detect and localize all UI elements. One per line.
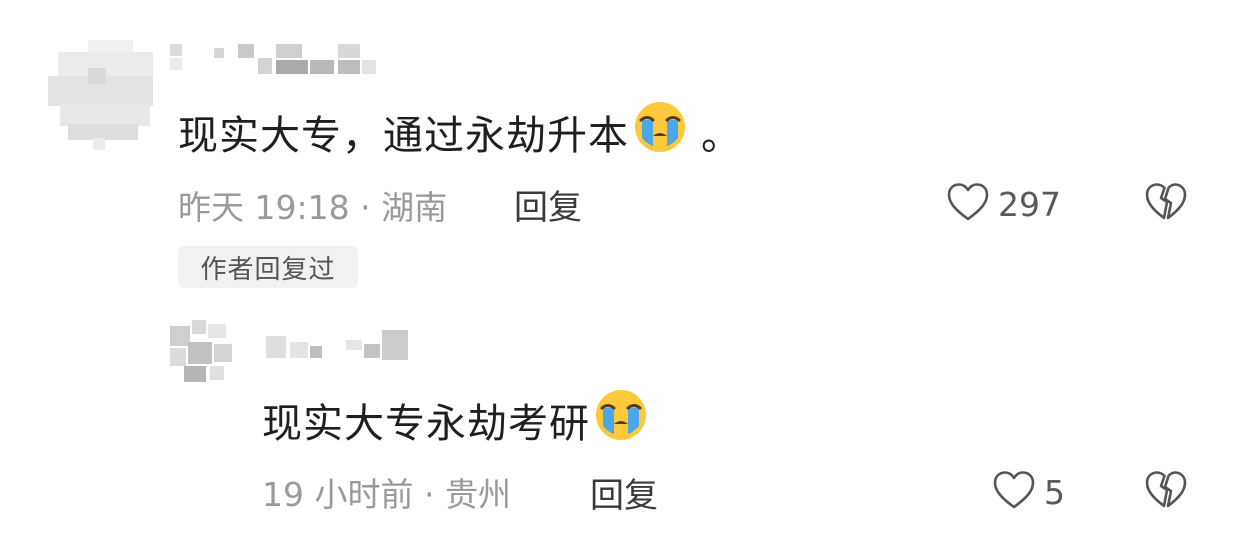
like-button[interactable]: 297 <box>946 182 1061 226</box>
reply-comment-text: 现实大专永劫考研 <box>262 388 648 452</box>
username[interactable] <box>170 44 380 76</box>
comment-trailing-punct: 。 <box>701 113 742 159</box>
location: 贵州 <box>444 475 511 514</box>
reply-button[interactable]: 回复 <box>514 180 582 229</box>
reply-username[interactable] <box>266 330 416 364</box>
comment-thread: 现实大专，通过永劫升本 。 昨天 19:18 · 湖南 回复 297 作者回复过… <box>0 0 1238 536</box>
reply-comment-meta: 19 小时前 · 贵州 <box>262 468 511 516</box>
meta-separator: · <box>423 475 435 514</box>
reply-button[interactable]: 回复 <box>590 468 658 517</box>
dislike-button[interactable] <box>1144 182 1188 226</box>
heart-outline-icon <box>992 470 1036 514</box>
like-button[interactable]: 5 <box>992 470 1065 514</box>
user-avatar[interactable] <box>48 40 158 150</box>
broken-heart-icon <box>1144 183 1188 226</box>
broken-heart-icon <box>1144 471 1188 514</box>
loudly-crying-face-emoji <box>594 388 648 452</box>
author-replied-badge: 作者回复过 <box>178 246 358 288</box>
dislike-button[interactable] <box>1144 470 1188 514</box>
comment-text: 现实大专，通过永劫升本 。 <box>178 100 742 164</box>
meta-separator: · <box>360 188 371 227</box>
reply-user-avatar[interactable] <box>170 320 234 384</box>
loudly-crying-face-emoji <box>633 100 687 164</box>
timestamp: 19 小时前 <box>262 475 414 514</box>
comment-meta: 昨天 19:18 · 湖南 <box>178 181 447 229</box>
heart-outline-icon <box>946 182 990 226</box>
comment-body: 现实大专，通过永劫升本 <box>178 113 629 159</box>
location: 湖南 <box>381 188 448 227</box>
like-count: 297 <box>998 184 1061 224</box>
like-count: 5 <box>1044 472 1065 512</box>
timestamp: 昨天 19:18 <box>178 188 350 227</box>
reply-comment-body: 现实大专永劫考研 <box>262 401 590 447</box>
